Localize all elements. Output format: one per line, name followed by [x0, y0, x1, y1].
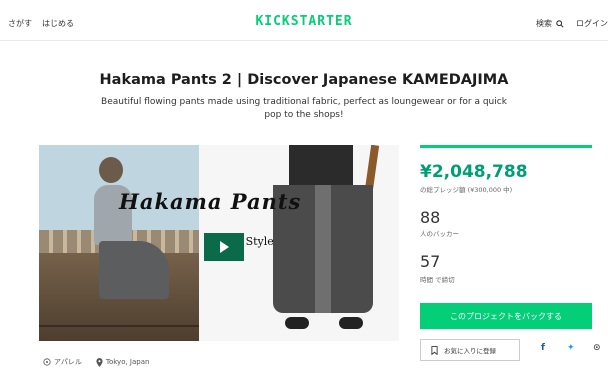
sandal-right — [339, 317, 363, 329]
photo-deck-edge — [39, 325, 199, 327]
search-label[interactable]: 検索 — [536, 18, 552, 29]
project-title: Hakama Pants 2 | Discover Japanese KAMED… — [99, 72, 509, 88]
compass-icon — [43, 358, 51, 366]
sandal-left — [285, 317, 309, 329]
back-project-button[interactable]: このプロジェクトをバックする — [420, 303, 592, 329]
pledged-goal-text: の総プレッジ額 (¥300,000 中) — [420, 186, 513, 194]
model-left-pants — [99, 241, 169, 299]
video-overlay-title: Hakama Pants — [119, 189, 302, 214]
remind-me-button[interactable]: お気に入りに登録 — [420, 339, 520, 361]
search-icon[interactable] — [556, 19, 564, 28]
nav-right: 検索 ログイン — [536, 18, 608, 29]
play-button[interactable] — [204, 233, 244, 261]
location-link[interactable]: Tokyo, Japan — [96, 357, 150, 367]
backers-label: 人のバッカー — [420, 230, 459, 238]
kickstarter-logo[interactable]: KICKSTARTER — [0, 14, 608, 29]
time-remaining: 57 — [420, 252, 441, 271]
location-label: Tokyo, Japan — [105, 358, 150, 366]
remind-me-label: お気に入りに登録 — [444, 347, 496, 355]
location-pin-icon — [96, 357, 103, 367]
category-link[interactable]: アパレル — [43, 357, 82, 367]
model-right-pants-fold — [315, 185, 331, 313]
backers-count: 88 — [420, 208, 441, 227]
bookmark-icon — [431, 345, 438, 355]
login-link[interactable]: ログイン — [576, 18, 608, 29]
project-meta: アパレル Tokyo, Japan — [43, 357, 149, 367]
pledged-amount: ¥2,048,788 — [420, 162, 528, 182]
funding-progress-bar — [420, 145, 592, 148]
time-remaining-label: 時間 で締切 — [420, 276, 455, 284]
twitter-icon[interactable]: ✦ — [567, 343, 575, 353]
project-subtitle: Beautiful flowing pants made using tradi… — [101, 97, 507, 120]
embed-icon[interactable]: ⊙ — [593, 343, 601, 353]
project-video[interactable]: Hakama Pants ai Style — [39, 145, 399, 341]
facebook-icon[interactable]: f — [541, 343, 545, 353]
play-icon — [219, 241, 229, 253]
model-right-torso — [289, 145, 353, 185]
category-label: アパレル — [54, 358, 82, 366]
model-left-head — [99, 157, 123, 183]
